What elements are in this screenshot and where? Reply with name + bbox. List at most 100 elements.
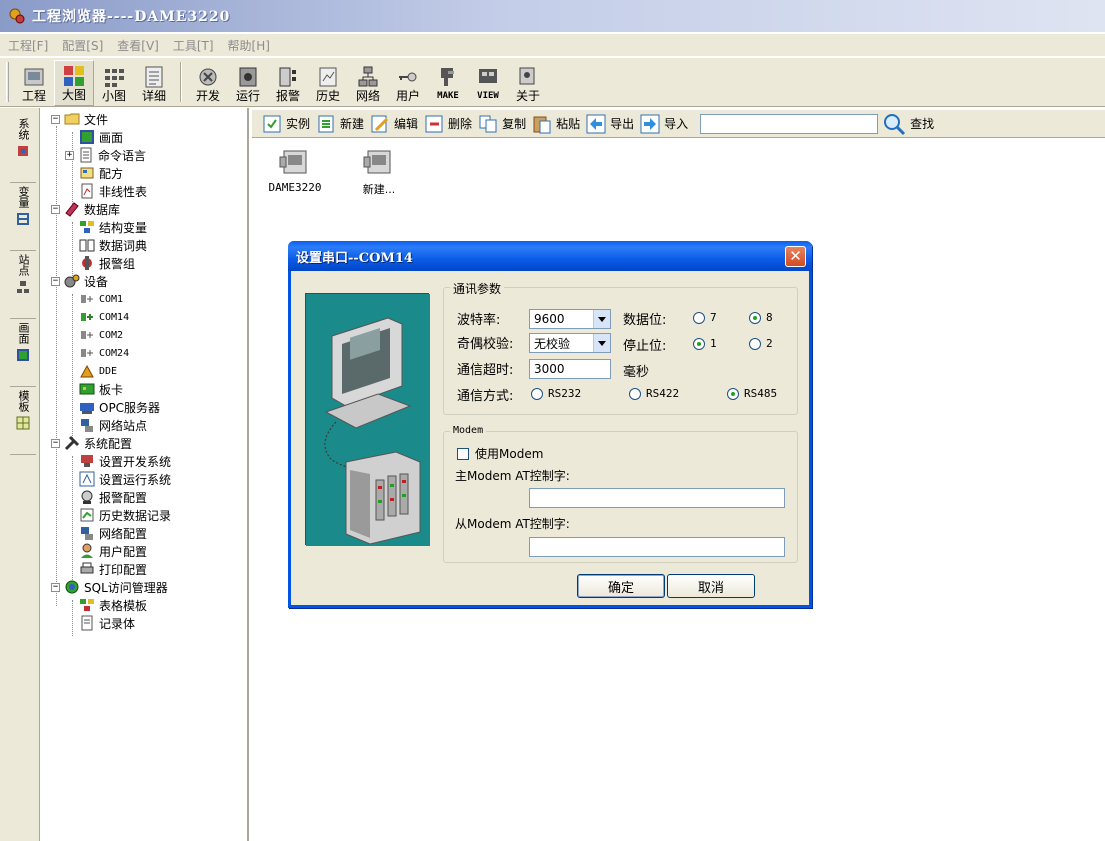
import-button[interactable]: 导入 [640,114,688,134]
side-tab-stations[interactable]: 站点 [12,254,34,316]
search-input[interactable] [700,113,879,134]
window-titlebar[interactable]: 工程浏览器----DAME3220 [0,0,1105,32]
collapse-icon[interactable]: − [51,114,60,124]
tree-node-recipe[interactable]: 配方 [79,164,123,182]
toolbar-large-icons-button[interactable]: 大图 [54,60,94,106]
menu-tools[interactable]: 工具[T] [171,36,216,55]
expand-icon[interactable]: + [65,150,74,160]
search-button[interactable]: 查找 [882,112,934,136]
tree-node-history-record[interactable]: 历史数据记录 [79,506,171,524]
collapse-icon[interactable]: − [51,438,60,448]
dropdown-arrow-icon[interactable] [593,334,610,352]
tree-node-print-config[interactable]: 打印配置 [79,560,147,578]
tree-node-sql-manager[interactable]: − SQL访问管理器 [51,578,168,596]
tree-node-com24[interactable]: COM24 [79,344,129,362]
parity-select[interactable]: 无校验 [529,333,611,353]
tree-node-nonlinear-table[interactable]: 非线性表 [79,182,147,200]
tree-node-dev-system-settings[interactable]: 设置开发系统 [79,452,171,470]
export-button[interactable]: 导出 [586,114,634,134]
mode-rs232-radio[interactable]: RS232 [531,387,581,400]
toolbar-history-button[interactable]: 历史 [308,60,348,106]
menu-config[interactable]: 配置[S] [60,36,105,55]
dialog-titlebar[interactable]: 设置串口--COM14 ✕ [288,241,812,271]
tree-node-command-language[interactable]: + 命令语言 [65,146,146,164]
new-button[interactable]: 新建 [316,114,364,134]
toolbar-grip[interactable] [6,62,9,102]
side-tab-templates[interactable]: 模板 [12,390,34,452]
opc-icon [80,403,94,414]
mode-rs485-radio[interactable]: RS485 [727,387,777,400]
mode-rs422-radio[interactable]: RS422 [629,387,679,400]
record-icon [81,615,93,631]
collapse-icon[interactable]: − [51,276,60,286]
tree-node-network-config[interactable]: 网络配置 [79,524,147,542]
toolbar-network-button[interactable]: 网络 [348,60,388,106]
menu-help[interactable]: 帮助[H] [226,36,272,55]
toolbar-view-button[interactable]: VIEW [468,60,508,106]
edit-button[interactable]: 编辑 [370,114,418,134]
timeout-input[interactable]: 3000 [529,359,611,379]
collapse-icon[interactable]: − [51,582,60,592]
tree-node-alarm-group[interactable]: 报警组 [79,254,135,272]
tree-node-com2[interactable]: COM2 [79,326,123,344]
tree-node-table-template[interactable]: 表格模板 [79,596,147,614]
data-bits-7-radio[interactable]: 7 [693,311,717,324]
tree-node-com1[interactable]: COM1 [79,290,123,308]
tree-node-record-body[interactable]: 记录体 [79,614,135,632]
side-tab-divider [10,182,36,183]
recipe-icon [80,167,94,179]
tree-node-struct-variables[interactable]: 结构变量 [79,218,147,236]
tree-node-com14[interactable]: COM14 [79,308,130,326]
data-bits-8-radio[interactable]: 8 [749,311,773,324]
toolbar-project-button[interactable]: 工程 [14,60,54,106]
tree-node-alarm-config[interactable]: 报警配置 [79,488,147,506]
menu-bar: 工程[F] 配置[S] 查看[V] 工具[T] 帮助[H] [0,34,1105,56]
tree-node-system-config[interactable]: − 系统配置 [51,434,132,452]
side-tab-screens[interactable]: 画面 [12,322,34,384]
menu-view[interactable]: 查看[V] [115,36,161,55]
toolbar-details-button[interactable]: 详细 [134,60,174,106]
cancel-button[interactable]: 取消 [667,574,755,598]
dropdown-arrow-icon[interactable] [593,310,610,328]
side-tab-variables[interactable]: 变量 [12,186,34,248]
tree-node-database[interactable]: − 数据库 [51,200,120,218]
example-button[interactable]: 实例 [262,114,310,134]
menu-project[interactable]: 工程[F] [6,36,50,55]
slave-modem-at-input[interactable] [529,537,785,557]
tree-connector [72,294,73,438]
develop-icon [199,68,217,86]
toolbar-run-button[interactable]: 运行 [228,60,268,106]
tree-node-run-system-settings[interactable]: 设置运行系统 [79,470,171,488]
tree-node-file[interactable]: − 文件 [51,110,108,128]
tree-node-data-dictionary[interactable]: 数据词典 [79,236,147,254]
toolbar-make-button[interactable]: MAKE [428,60,468,106]
tree-node-board[interactable]: 板卡 [79,380,123,398]
toolbar-develop-button[interactable]: 开发 [188,60,228,106]
toolbar-about-button[interactable]: 关于 [508,60,548,106]
master-modem-at-input[interactable] [529,488,785,508]
tree-node-devices[interactable]: − 设备 [51,272,108,290]
baud-rate-label: 波特率: [457,313,501,328]
side-tab-system[interactable]: 系统 [12,118,34,180]
paste-button[interactable]: 粘贴 [532,114,580,134]
use-modem-checkbox[interactable]: 使用Modem [457,445,543,462]
baud-rate-select[interactable]: 9600 [529,309,611,329]
tree-node-dde[interactable]: DDE [79,362,117,380]
dialog-close-button[interactable]: ✕ [785,246,806,267]
tree-connector [56,126,57,606]
tree-node-opc-server[interactable]: OPC服务器 [79,398,160,416]
project-item-new[interactable]: 新建... [344,145,414,197]
tree-node-user-config[interactable]: 用户配置 [79,542,147,560]
toolbar-user-button[interactable]: 用户 [388,60,428,106]
toolbar-alarm-button[interactable]: 报警 [268,60,308,106]
toolbar-small-icons-button[interactable]: 小图 [94,60,134,106]
delete-button[interactable]: 删除 [424,114,472,134]
stop-bits-2-radio[interactable]: 2 [749,337,773,350]
tree-node-network-station[interactable]: 网络站点 [79,416,147,434]
tree-node-screens[interactable]: 画面 [79,128,123,146]
ok-button[interactable]: 确定 [577,574,665,598]
stop-bits-1-radio[interactable]: 1 [693,337,717,350]
collapse-icon[interactable]: − [51,204,60,214]
project-item-dame3220[interactable]: DAME3220 [260,145,330,194]
copy-button[interactable]: 复制 [478,114,526,134]
